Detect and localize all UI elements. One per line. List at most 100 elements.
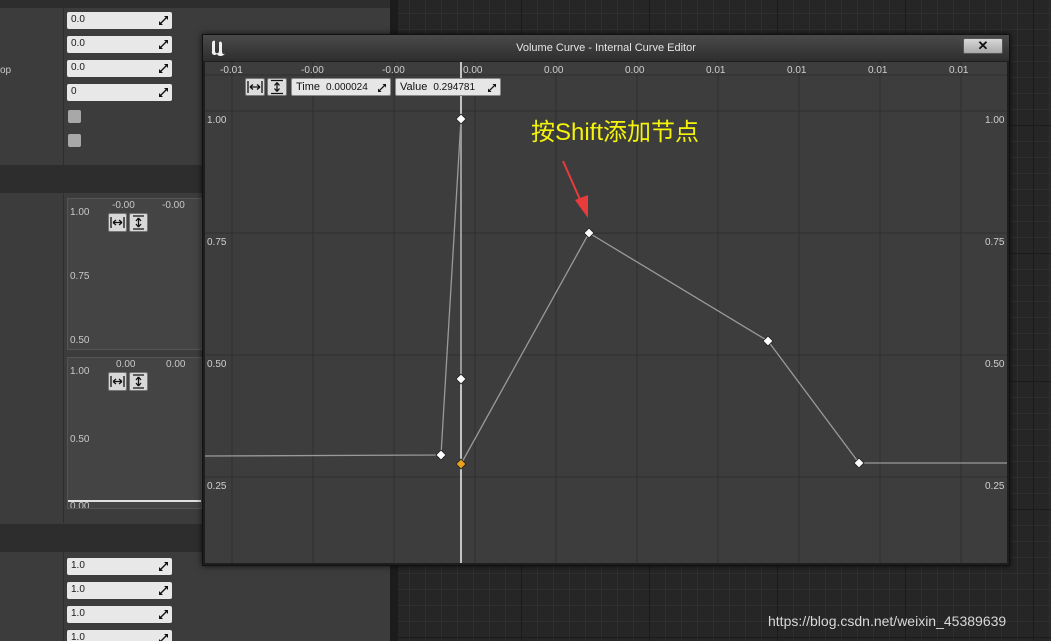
curve-key — [455, 373, 467, 385]
number-field-value: 1.0 — [71, 584, 85, 595]
fit-vertical-button[interactable] — [129, 372, 148, 391]
number-field[interactable]: 0 — [67, 84, 172, 101]
drag-icon — [159, 634, 168, 641]
watermark-text: https://blog.csdn.net/weixin_45389639 — [768, 613, 1007, 629]
fit-horizontal-icon — [110, 376, 125, 387]
drag-icon — [159, 64, 168, 73]
y-tick-label: 1.00 — [985, 115, 1005, 126]
annotation-text: 按Shift添加节点 — [531, 119, 700, 146]
x-tick-label: -0.00 — [301, 65, 324, 76]
close-button[interactable]: ✕ — [963, 38, 1003, 54]
number-field[interactable]: 1.0 — [67, 582, 172, 599]
curve-key — [455, 113, 467, 125]
y-tick-labels: 1.00 0.75 0.50 0.25 1.00 0.75 0.50 0.25 — [207, 115, 1005, 492]
x-tick-label: 0.01 — [949, 65, 969, 76]
value-label: Value — [400, 81, 428, 93]
property-row: 0.0 — [0, 12, 390, 36]
property-label: op — [0, 65, 12, 76]
drag-icon — [488, 84, 496, 92]
y-label: 0.50 — [70, 434, 90, 445]
window-title: Volume Curve - Internal Curve Editor — [516, 42, 696, 54]
y-label: 0.00 — [70, 501, 90, 509]
mini-curve-graph[interactable]: 0.00 0.00 1.00 0.50 0.00 — [67, 357, 202, 509]
y-label: 1.00 — [70, 366, 90, 377]
drag-icon — [159, 88, 168, 97]
x-tick-label: 0.01 — [787, 65, 807, 76]
y-tick-label: 0.75 — [985, 237, 1005, 248]
time-value: 0.000024 — [326, 82, 368, 93]
number-field-value: 0 — [71, 86, 77, 97]
x-tick-label: 0.01 — [706, 65, 726, 76]
y-label: 0.75 — [70, 271, 90, 282]
fit-horizontal-button[interactable] — [245, 78, 265, 96]
fit-vertical-icon — [271, 79, 283, 95]
drag-icon — [159, 610, 168, 619]
number-field[interactable]: 1.0 — [67, 630, 172, 641]
curve-key — [853, 457, 865, 469]
curve-line — [205, 118, 462, 457]
drag-icon — [378, 84, 386, 92]
number-field-value: 1.0 — [71, 560, 85, 571]
y-label: 1.00 — [70, 207, 90, 218]
curve-key — [435, 449, 447, 461]
curve-key — [762, 335, 774, 347]
time-field[interactable]: Time 0.000024 — [291, 78, 391, 96]
fit-horizontal-icon — [247, 81, 263, 93]
checkbox[interactable] — [68, 110, 81, 123]
fit-horizontal-icon — [110, 217, 125, 228]
selected-curve-key — [455, 458, 467, 470]
tick-label: 0.00 — [166, 359, 186, 370]
y-tick-label: 0.25 — [207, 481, 227, 492]
property-row: 1.0 — [0, 606, 390, 630]
tick-label: -0.00 — [112, 200, 135, 211]
x-tick-label: 0.00 — [463, 65, 483, 76]
number-field[interactable]: 1.0 — [67, 558, 172, 575]
drag-icon — [159, 16, 168, 25]
number-field-value: 1.0 — [71, 632, 85, 641]
x-tick-label: 0.00 — [625, 65, 645, 76]
number-field[interactable]: 0.0 — [67, 12, 172, 29]
value-value: 0.294781 — [433, 82, 476, 93]
value-field[interactable]: Value 0.294781 — [395, 78, 501, 96]
mini-curve-line — [68, 500, 201, 502]
number-field[interactable]: 0.0 — [67, 36, 172, 53]
fit-vertical-icon — [133, 374, 144, 389]
curve-key — [583, 227, 595, 239]
number-field[interactable]: 1.0 — [67, 606, 172, 623]
y-tick-label: 0.25 — [985, 481, 1005, 492]
checkbox[interactable] — [68, 134, 81, 147]
fit-horizontal-button[interactable] — [108, 213, 127, 232]
drag-icon — [159, 586, 168, 595]
fit-vertical-icon — [133, 215, 144, 230]
number-field-value: 0.0 — [71, 38, 85, 49]
y-label: 0.50 — [70, 335, 90, 346]
fit-horizontal-button[interactable] — [108, 372, 127, 391]
number-field-value: 1.0 — [71, 608, 85, 619]
x-tick-labels: -0.01 -0.00 -0.00 0.00 0.00 0.00 0.01 0.01 0.01 0… — [220, 65, 969, 76]
x-tick-label: -0.00 — [382, 65, 405, 76]
mini-curve-graph[interactable]: -0.00 -0.00 1.00 0.75 0.50 — [67, 198, 202, 350]
x-tick-label: 0.01 — [868, 65, 888, 76]
title-bar[interactable]: Volume Curve - Internal Curve Editor ✕ — [203, 35, 1009, 61]
tick-label: 0.00 — [116, 359, 136, 370]
annotation-arrow — [562, 160, 588, 218]
curve-line — [460, 232, 1007, 465]
property-row: 1.0 — [0, 582, 390, 606]
y-tick-label: 0.75 — [207, 237, 227, 248]
y-tick-label: 1.00 — [207, 115, 227, 126]
fit-vertical-button[interactable] — [267, 78, 287, 96]
drag-icon — [159, 40, 168, 49]
y-tick-label: 0.50 — [985, 359, 1005, 370]
fit-vertical-button[interactable] — [129, 213, 148, 232]
column-divider — [63, 193, 64, 523]
x-tick-label: 0.00 — [544, 65, 564, 76]
number-field[interactable]: 0.0 — [67, 60, 172, 77]
time-label: Time — [296, 81, 321, 93]
tick-label: -0.00 — [162, 200, 185, 211]
x-tick-label: -0.01 — [220, 65, 243, 76]
drag-icon — [159, 562, 168, 571]
section-header — [0, 0, 390, 8]
y-tick-label: 0.50 — [207, 359, 227, 370]
key-points — [435, 113, 865, 470]
property-row: 1.0 — [0, 630, 390, 641]
